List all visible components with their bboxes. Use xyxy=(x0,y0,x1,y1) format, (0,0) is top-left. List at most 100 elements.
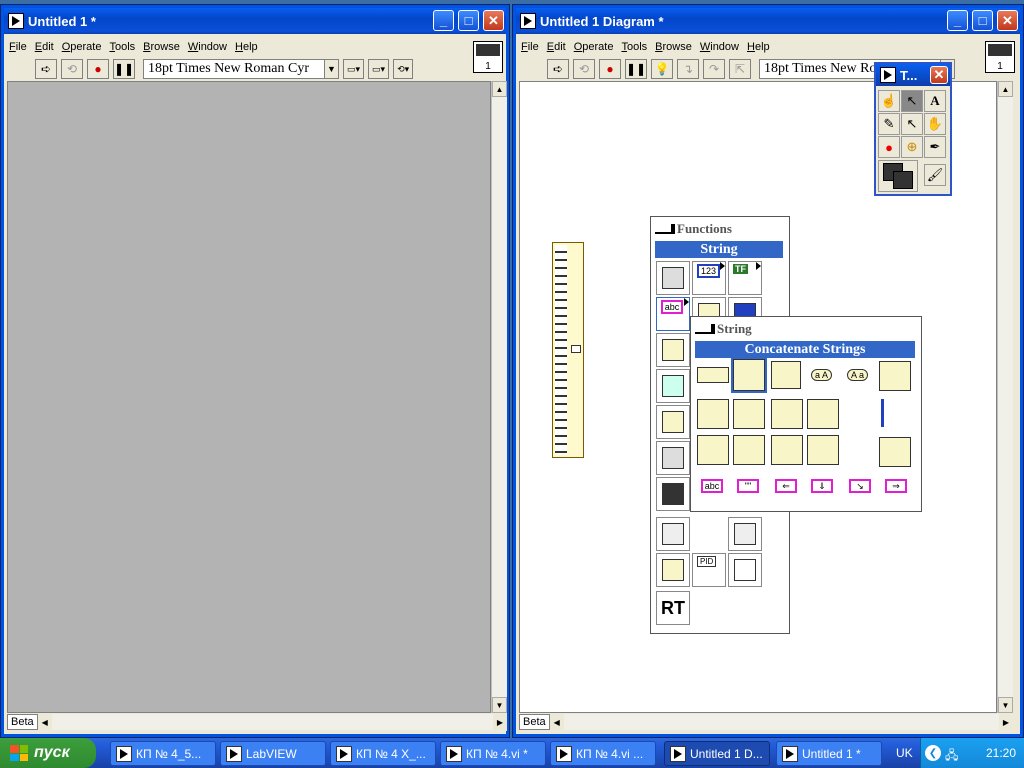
menu-edit[interactable]: Edit xyxy=(547,41,566,53)
minimize-button[interactable]: _ xyxy=(433,10,454,31)
string-subset-icon[interactable] xyxy=(771,361,801,389)
task-untitled-diagram[interactable]: Untitled 1 D... xyxy=(664,741,770,766)
time-dialog-subpalette[interactable] xyxy=(656,369,690,403)
signal-processing-subpalette[interactable] xyxy=(656,553,690,587)
font-selector[interactable]: 18pt Times New Roman Cyr ▼ xyxy=(143,59,339,79)
start-button[interactable]: пуск xyxy=(0,738,96,768)
close-button[interactable]: ✕ xyxy=(997,10,1018,31)
line-feed-icon[interactable]: ⇓ xyxy=(811,479,833,493)
number-string-conversion-icon[interactable] xyxy=(881,399,911,427)
file-io-subpalette[interactable] xyxy=(656,405,690,439)
to-upper-case-icon[interactable]: a A xyxy=(811,369,833,381)
pin-icon[interactable] xyxy=(695,324,715,334)
task-kp4vi-modified[interactable]: КП № 4.vi * xyxy=(440,741,546,766)
network-icon[interactable]: 🖧 xyxy=(945,746,958,767)
scroll-left-arrow[interactable]: ◀ xyxy=(42,718,48,727)
menu-edit[interactable]: Edit xyxy=(35,41,54,53)
breakpoint-tool-icon[interactable]: ● xyxy=(878,136,900,158)
concatenate-strings-icon[interactable] xyxy=(731,357,767,393)
menu-browse[interactable]: Browse xyxy=(655,41,692,53)
step-into-icon[interactable]: ↴ xyxy=(677,59,699,79)
analyze-subpalette[interactable] xyxy=(728,553,762,587)
diagram-titlebar[interactable]: Untitled 1 Diagram * _ □ ✕ xyxy=(516,8,1020,34)
replace-substring-icon[interactable] xyxy=(697,399,729,429)
report-generation-subpalette[interactable] xyxy=(728,517,762,551)
menu-operate[interactable]: Operate xyxy=(574,41,614,53)
scroll-up-arrow[interactable]: ▲ xyxy=(492,81,507,97)
get-color-tool-icon[interactable]: ✒ xyxy=(924,136,946,158)
cluster-constant[interactable] xyxy=(552,242,584,458)
run-arrow-icon[interactable]: ➪ xyxy=(547,59,569,79)
real-time-subpalette[interactable]: RT xyxy=(656,591,690,625)
scroll-left-arrow[interactable]: ◀ xyxy=(554,718,560,727)
horizontal-scroll-track[interactable] xyxy=(51,714,493,730)
pause-icon[interactable]: ❚❚ xyxy=(113,59,135,79)
match-pattern-icon[interactable] xyxy=(697,435,729,465)
scroll-window-tool-icon[interactable]: ✋ xyxy=(924,113,946,135)
scroll-down-arrow[interactable]: ▼ xyxy=(998,697,1013,713)
task-labview[interactable]: LabVIEW xyxy=(220,741,326,766)
format-date-time-icon[interactable] xyxy=(807,399,839,429)
menu-tools[interactable]: Tools xyxy=(621,41,647,53)
spreadsheet-to-array-icon[interactable] xyxy=(807,435,839,465)
pause-icon[interactable]: ❚❚ xyxy=(625,59,647,79)
scroll-up-arrow[interactable]: ▲ xyxy=(998,81,1013,97)
menu-browse[interactable]: Browse xyxy=(143,41,180,53)
front-panel-canvas[interactable] xyxy=(7,81,491,713)
to-lower-case-icon[interactable]: A a xyxy=(847,369,869,381)
operate-value-tool-icon[interactable]: ☝ xyxy=(878,90,900,112)
pin-icon[interactable] xyxy=(655,224,675,234)
menu-window[interactable]: Window xyxy=(700,41,739,53)
menu-file[interactable]: File xyxy=(521,41,539,53)
run-arrow-icon[interactable]: ➪ xyxy=(35,59,57,79)
step-out-icon[interactable]: ⇱ xyxy=(729,59,751,79)
maximize-button[interactable]: □ xyxy=(972,10,993,31)
menu-tools[interactable]: Tools xyxy=(109,41,135,53)
comparison-subpalette[interactable] xyxy=(656,333,690,367)
task-untitled-panel[interactable]: Untitled 1 * xyxy=(776,741,882,766)
empty-string-icon[interactable]: "" xyxy=(737,479,759,493)
clock[interactable]: 21:20 xyxy=(986,746,1016,760)
front-panel-titlebar[interactable]: Untitled 1 * _ □ ✕ xyxy=(4,8,506,34)
object-shortcut-menu-tool-icon[interactable]: ↖ xyxy=(901,113,923,135)
menu-operate[interactable]: Operate xyxy=(62,41,102,53)
highlight-execution-icon[interactable]: 💡 xyxy=(651,59,673,79)
tutorial-subpalette[interactable] xyxy=(656,477,690,511)
functions-palette-header[interactable]: Functions xyxy=(651,220,789,238)
run-continuously-icon[interactable]: ⟲ xyxy=(573,59,595,79)
select-vi-subpalette[interactable] xyxy=(656,517,690,551)
menu-window[interactable]: Window xyxy=(188,41,227,53)
reorder-dropdown[interactable]: ⟲▾ xyxy=(393,59,414,79)
language-indicator[interactable]: UK xyxy=(896,746,913,760)
string-length-icon[interactable] xyxy=(697,367,729,383)
pick-line-icon[interactable] xyxy=(771,399,803,429)
scroll-right-arrow[interactable]: ▶ xyxy=(497,718,503,727)
edit-text-tool-icon[interactable]: A xyxy=(924,90,946,112)
structures-subpalette[interactable] xyxy=(656,261,690,295)
vi-icon[interactable]: 1 xyxy=(985,41,1015,73)
menu-help[interactable]: Help xyxy=(235,41,258,53)
abort-icon[interactable]: ● xyxy=(599,59,621,79)
distribute-objects-dropdown[interactable]: ▭▾ xyxy=(368,59,390,79)
close-button[interactable]: ✕ xyxy=(930,66,948,84)
set-color-tool-icon[interactable] xyxy=(878,160,918,192)
string-constant-icon[interactable]: abc xyxy=(701,479,723,493)
probe-tool-icon[interactable]: ⊕ xyxy=(901,136,923,158)
horizontal-scroll-track[interactable] xyxy=(563,714,999,730)
tools-palette-titlebar[interactable]: T... ✕ xyxy=(876,64,950,86)
boolean-subpalette[interactable]: TF xyxy=(728,261,762,295)
string-palette-header[interactable]: String xyxy=(691,320,921,338)
vertical-scrollbar[interactable]: ▲ ▼ xyxy=(491,81,507,713)
abort-icon[interactable]: ● xyxy=(87,59,109,79)
array-to-spreadsheet-icon[interactable] xyxy=(771,435,803,465)
string-subpalette[interactable]: abc xyxy=(656,297,690,331)
color-brush-icon[interactable]: 🖌 xyxy=(924,164,946,186)
scroll-right-arrow[interactable]: ▶ xyxy=(1003,718,1009,727)
task-word-doc[interactable]: КП № 4_5... xyxy=(110,741,216,766)
vi-icon[interactable]: 1 xyxy=(473,41,503,73)
end-of-line-icon[interactable]: ↘ xyxy=(849,479,871,493)
task-kp4x[interactable]: КП № 4 Х_... xyxy=(330,741,436,766)
run-continuously-icon[interactable]: ⟲ xyxy=(61,59,83,79)
tab-constant-icon[interactable]: ⇒ xyxy=(885,479,907,493)
minimize-button[interactable]: _ xyxy=(947,10,968,31)
